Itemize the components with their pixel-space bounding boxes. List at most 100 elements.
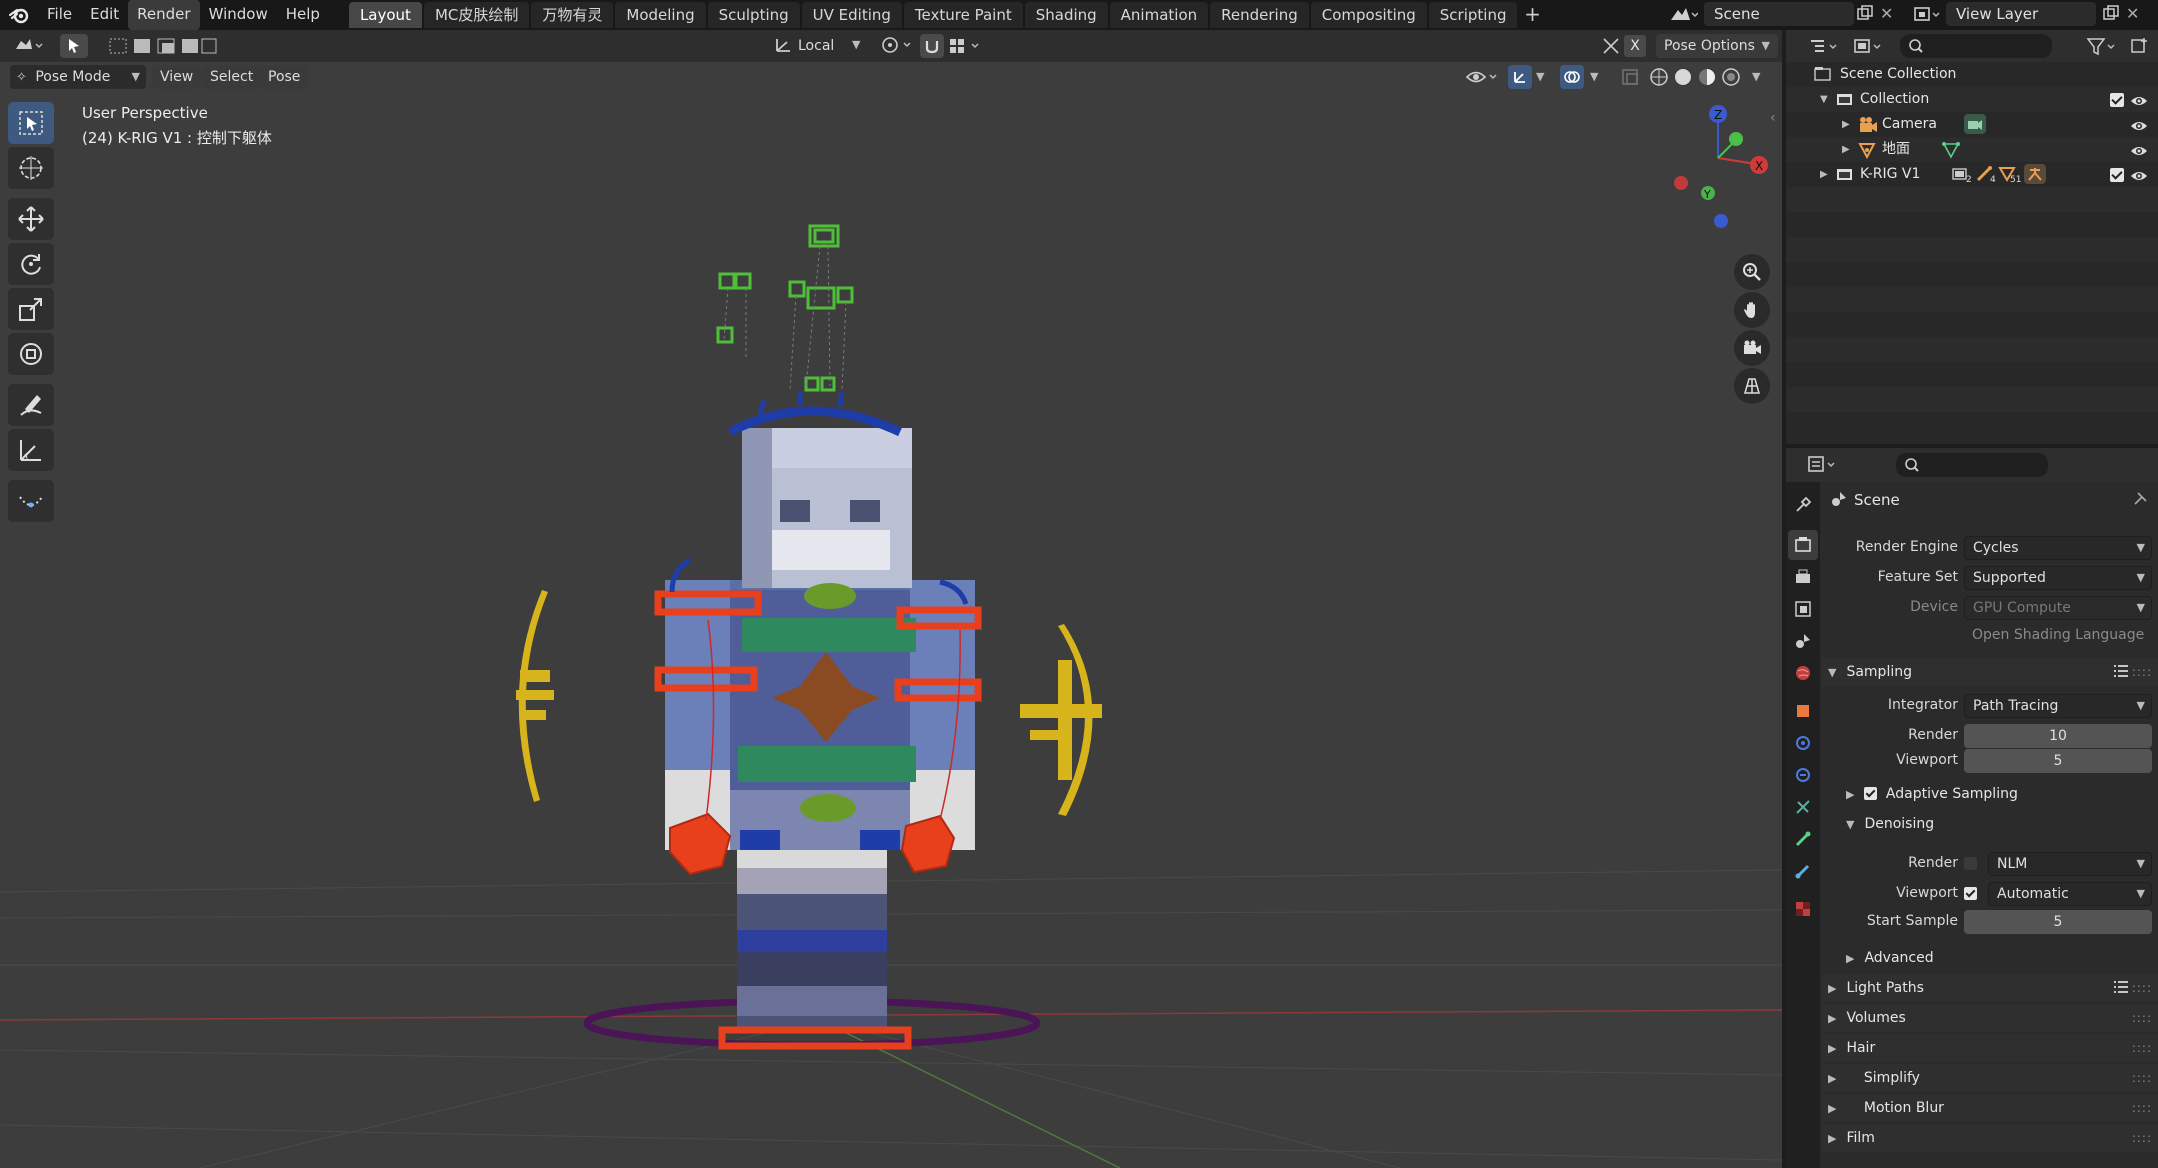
chevron-down-icon[interactable]: ▼ xyxy=(852,38,860,51)
tool-scale[interactable] xyxy=(8,288,54,330)
editor-type-icon[interactable] xyxy=(12,35,46,61)
scene-browse-icon[interactable] xyxy=(1668,4,1699,30)
visibility-icon[interactable] xyxy=(1464,65,1500,93)
denoise-viewport-dropdown[interactable]: Automatic ▼ xyxy=(1988,882,2152,906)
menu-window[interactable]: Window xyxy=(200,0,277,30)
outliner-row-krig[interactable]: ▶ K-RIG V1 2 4 51 xyxy=(1786,162,2158,187)
tool-transform[interactable] xyxy=(8,333,54,375)
device-dropdown[interactable]: GPU Compute ▼ xyxy=(1964,596,2152,620)
drag-handle-icon[interactable]: :::: xyxy=(2132,658,2152,686)
expand-arrow-icon[interactable]: ▼ xyxy=(1820,87,1828,112)
denoise-render-dropdown[interactable]: NLM ▼ xyxy=(1988,852,2152,876)
integrator-dropdown[interactable]: Path Tracing ▼ xyxy=(1964,694,2152,718)
outliner-editor-type-icon[interactable] xyxy=(1808,36,1844,62)
unlink-scene-icon[interactable]: ✕ xyxy=(1880,4,1893,23)
menu-render[interactable]: Render xyxy=(128,0,200,30)
pin-icon[interactable] xyxy=(2132,491,2148,511)
denoising-header[interactable]: ▼ Denoising xyxy=(1822,810,2158,838)
properties-editor-type-icon[interactable] xyxy=(1806,454,1842,480)
viewport-samples-field[interactable]: 5 xyxy=(1964,749,2152,773)
gizmo-y-axis[interactable] xyxy=(1729,132,1743,146)
menu-help[interactable]: Help xyxy=(277,0,329,30)
chevron-down-icon[interactable]: ▼ xyxy=(1590,70,1598,83)
drag-handle-icon[interactable]: :::: xyxy=(2132,1064,2152,1092)
pose-options-dropdown[interactable]: Pose Options ▼ xyxy=(1656,34,1778,58)
adaptive-sampling-checkbox[interactable] xyxy=(1864,787,1878,800)
tab-object-icon[interactable] xyxy=(1788,696,1818,726)
new-view-layer-icon[interactable] xyxy=(2102,5,2120,27)
tab-render-icon[interactable] xyxy=(1788,530,1818,560)
tab-mc-skin[interactable]: MC皮肤绘制 xyxy=(423,2,530,28)
menu-file[interactable]: File xyxy=(38,0,81,30)
mirror-x-toggle[interactable]: X xyxy=(1624,35,1646,57)
new-collection-icon[interactable] xyxy=(2130,36,2150,60)
tab-physics-icon[interactable] xyxy=(1788,760,1818,790)
tool-measure[interactable] xyxy=(8,429,54,471)
hair-panel-header[interactable]: ▶ Hair :::: xyxy=(1822,1034,2158,1062)
chevron-down-icon[interactable]: ▼ xyxy=(1752,70,1760,83)
tool-select-box[interactable] xyxy=(8,102,54,144)
motion-blur-checkbox[interactable] xyxy=(1846,1101,1859,1114)
film-panel-header[interactable]: ▶ Film :::: xyxy=(1822,1124,2158,1152)
tab-armature-data-icon[interactable] xyxy=(1788,824,1818,854)
scene-name-field[interactable]: Scene xyxy=(1704,2,1854,26)
expand-arrow-icon[interactable]: ▶ xyxy=(1842,137,1850,162)
simplify-checkbox[interactable] xyxy=(1846,1071,1859,1084)
tab-wanwu[interactable]: 万物有灵 xyxy=(531,2,614,28)
properties-search-input[interactable] xyxy=(1896,453,2048,477)
tool-rotate[interactable] xyxy=(8,243,54,285)
expand-arrow-icon[interactable]: ▶ xyxy=(1820,162,1828,187)
volumes-panel-header[interactable]: ▶ Volumes :::: xyxy=(1822,1004,2158,1032)
remove-view-layer-icon[interactable]: ✕ xyxy=(2126,4,2139,23)
mode-dropdown[interactable]: ✧ Pose Mode ▼ xyxy=(10,65,146,89)
expand-arrow-icon[interactable]: ▶ xyxy=(1842,112,1850,137)
tab-view-layer-icon[interactable] xyxy=(1788,594,1818,624)
outliner-row-ground[interactable]: ▶ 地面 xyxy=(1786,137,2158,162)
start-sample-field[interactable]: 5 xyxy=(1964,910,2152,934)
sidebar-toggle-icon[interactable]: ‹ xyxy=(1770,110,1776,126)
tab-tool-icon[interactable] xyxy=(1788,490,1818,520)
light-paths-panel-header[interactable]: ▶ Light Paths :::: xyxy=(1822,974,2158,1002)
tab-layout[interactable]: Layout xyxy=(348,2,422,28)
gizmo-neg-z[interactable] xyxy=(1714,214,1728,228)
blender-logo-icon[interactable] xyxy=(0,0,38,30)
zoom-icon[interactable] xyxy=(1734,254,1770,290)
render-engine-dropdown[interactable]: Cycles ▼ xyxy=(1964,536,2152,560)
3d-viewport[interactable]: Local ▼ X Pose Options ▼ ✧ Pose Mode ▼ V… xyxy=(0,30,1782,1168)
outliner-row-collection[interactable]: ▼ Collection xyxy=(1786,87,2158,112)
tab-scripting[interactable]: Scripting xyxy=(1428,2,1518,28)
advanced-header[interactable]: ▶ Advanced xyxy=(1822,944,2158,972)
tab-world-icon[interactable] xyxy=(1788,658,1818,688)
select-menu[interactable]: Select xyxy=(202,65,262,89)
tab-modifiers-icon[interactable] xyxy=(1788,728,1818,758)
render-samples-field[interactable]: 10 xyxy=(1964,724,2152,748)
sampling-panel-header[interactable]: ▼ Sampling :::: xyxy=(1822,658,2158,686)
tab-sculpting[interactable]: Sculpting xyxy=(707,2,800,28)
new-scene-icon[interactable] xyxy=(1856,5,1874,27)
tab-compositing[interactable]: Compositing xyxy=(1310,2,1427,28)
selection-mode-icons[interactable] xyxy=(108,36,218,56)
snap-target-icon[interactable] xyxy=(948,36,986,60)
add-workspace-button[interactable]: + xyxy=(1519,2,1545,28)
tab-bone-icon[interactable] xyxy=(1788,856,1818,886)
chevron-down-icon[interactable]: ▼ xyxy=(1536,70,1544,83)
tab-scene-icon[interactable] xyxy=(1788,626,1818,656)
motion-blur-panel-header[interactable]: ▶ Motion Blur :::: xyxy=(1822,1094,2158,1122)
view-menu[interactable]: View xyxy=(152,65,202,89)
xray-icon[interactable] xyxy=(1620,67,1640,91)
drag-handle-icon[interactable]: :::: xyxy=(2132,974,2152,1002)
pose-menu[interactable]: Pose xyxy=(260,65,309,89)
view-layer-field[interactable]: View Layer xyxy=(1946,2,2096,26)
simplify-panel-header[interactable]: ▶ Simplify :::: xyxy=(1822,1064,2158,1092)
presets-icon[interactable] xyxy=(2112,658,2130,686)
denoise-render-checkbox[interactable] xyxy=(1964,857,1977,870)
pose-icon[interactable] xyxy=(2024,164,2046,184)
pivot-point-icon[interactable] xyxy=(880,34,916,60)
tab-animation[interactable]: Animation xyxy=(1109,2,1209,28)
osl-label[interactable]: Open Shading Language xyxy=(1972,627,2144,643)
select-tool-icon[interactable] xyxy=(60,34,88,58)
outliner-row-camera[interactable]: ▶ Camera xyxy=(1786,112,2158,137)
drag-handle-icon[interactable]: :::: xyxy=(2132,1004,2152,1032)
menu-edit[interactable]: Edit xyxy=(81,0,128,30)
tool-cursor[interactable] xyxy=(8,147,54,189)
